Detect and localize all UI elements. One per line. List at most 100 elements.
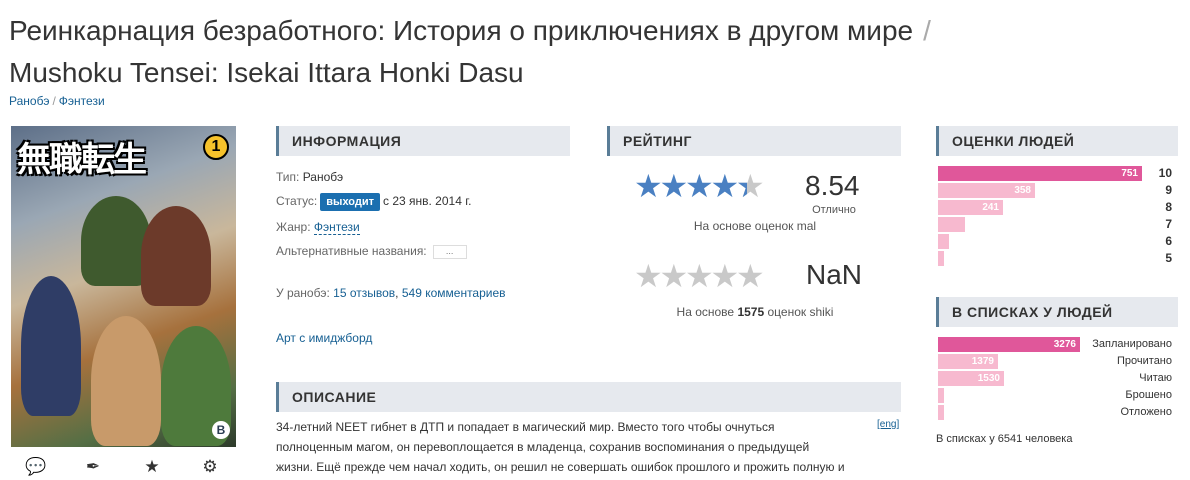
title-separator: / — [923, 15, 931, 46]
lists-bar — [938, 405, 944, 420]
comments-link[interactable]: 549 комментариев — [402, 286, 506, 300]
breadcrumb-fantasy[interactable]: Фэнтези — [59, 94, 105, 108]
description-text: 34-летний NEET гибнет в ДТП и попадает в… — [276, 417, 901, 477]
scores-label: 6 — [1165, 234, 1172, 248]
mal-score: 8.54 — [805, 170, 860, 201]
lists-header: В СПИСКАХ У ЛЮДЕЙ — [936, 297, 1178, 327]
lists-total: В списках у 6541 человека — [936, 433, 1073, 445]
genre-label: Жанр: — [276, 220, 311, 234]
publisher-mark: B — [212, 421, 230, 439]
description-line: 34-летний NEET гибнет в ДТП и попадает в… — [276, 420, 775, 434]
scores-bar — [938, 217, 965, 232]
lists-bar — [938, 388, 944, 403]
star-full-icon: ★ — [659, 168, 689, 204]
title-romaji: Mushoku Tensei: Isekai Ittara Honki Dasu — [9, 57, 524, 88]
type-label: Тип: — [276, 170, 300, 184]
status-date: с 23 янв. 2014 г. — [383, 194, 472, 208]
star-empty-icon: ★ — [685, 258, 714, 294]
reviews-label: У ранобэ: — [276, 286, 330, 300]
info-alt-row: Альтернативные названия:... — [276, 244, 467, 259]
cover-logo: 無職転生 — [17, 140, 147, 180]
scores-bar: 751 — [938, 166, 1142, 181]
star-empty-icon: ★ — [710, 258, 740, 294]
scores-row: 241 8 — [938, 200, 1178, 215]
info-header: ИНФОРМАЦИЯ — [276, 126, 570, 156]
breadcrumb-separator: / — [52, 94, 56, 108]
scores-bar: 241 — [938, 200, 1003, 215]
imageboard-link[interactable]: Арт с имиджборд — [276, 331, 372, 345]
action-bar: 💬 ✒ ★ ⚙ — [11, 456, 236, 480]
scores-row: 5 — [938, 251, 1178, 266]
lists-row: 1530 Читаю — [938, 371, 1178, 386]
breadcrumb: Ранобэ / Фэнтези — [9, 94, 105, 108]
scores-bar — [938, 251, 944, 266]
status-badge: выходит — [320, 193, 380, 211]
star-full-icon: ★ — [710, 168, 740, 204]
scores-label: 5 — [1165, 251, 1172, 265]
reviews-link[interactable]: 15 отзывов — [333, 286, 395, 300]
star-empty-icon: ★ — [659, 258, 689, 294]
lists-row: Отложено — [938, 405, 1178, 420]
scores-row: 358 9 — [938, 183, 1178, 198]
scores-label: 9 — [1165, 183, 1172, 197]
star-empty-icon: ★ — [736, 258, 765, 294]
page-title: Реинкарнация безработного: История о при… — [9, 10, 1179, 94]
scores-bar: 358 — [938, 183, 1035, 198]
star-half-icon: ★★ — [736, 168, 765, 204]
lists-row: 1379 Прочитано — [938, 354, 1178, 369]
shiki-note-count: 1575 — [737, 305, 765, 319]
shiki-note: На основе 1575 оценок shiki — [630, 305, 880, 319]
scores-label: 10 — [1158, 166, 1172, 180]
alt-names-label: Альтернативные названия: — [276, 244, 427, 258]
scores-row: 6 — [938, 234, 1178, 249]
cover-figure — [141, 206, 211, 306]
gears-icon[interactable]: ⚙ — [199, 456, 221, 478]
lists-bar: 3276 — [938, 337, 1080, 352]
quill-icon[interactable]: ✒ — [82, 456, 104, 478]
title-russian: Реинкарнация безработного: История о при… — [9, 15, 914, 46]
shiki-score: NaN — [806, 259, 863, 290]
scores-bar — [938, 234, 949, 249]
rating-header: РЕЙТИНГ — [607, 126, 901, 156]
mal-stars: ★ ★ ★ ★ ★★ — [634, 168, 765, 204]
reviews-comma: , — [395, 286, 399, 300]
shiki-note-prefix: На основе — [676, 305, 735, 319]
info-reviews-row: У ранобэ: 15 отзывов, 549 комментариев — [276, 286, 506, 300]
star-full-icon: ★ — [634, 168, 663, 204]
scores-label: 7 — [1165, 217, 1172, 231]
cover-image[interactable]: 無職転生 1 B — [11, 126, 236, 447]
comments-icon[interactable]: 💬 — [25, 456, 47, 478]
description-header: ОПИСАНИЕ — [276, 382, 901, 412]
lists-label: Прочитано — [1117, 355, 1172, 367]
lists-bar: 1530 — [938, 371, 1004, 386]
status-label: Статус: — [276, 194, 318, 208]
mal-score-word: Отлично — [812, 204, 856, 216]
shiki-note-suffix: оценок shiki — [767, 305, 834, 319]
type-value: Ранобэ — [302, 170, 344, 184]
genre-link[interactable]: Фэнтези — [313, 220, 360, 235]
description-line: жизни. Ещё прежде чем начал ходить, он р… — [276, 460, 845, 474]
alt-names-button[interactable]: ... — [432, 244, 467, 259]
lists-label: Читаю — [1139, 372, 1172, 384]
info-type-row: Тип: Ранобэ — [276, 170, 343, 184]
breadcrumb-ranobe[interactable]: Ранобэ — [9, 94, 49, 108]
description-line: полноценным магом, он перевоплощается в … — [276, 440, 810, 454]
lists-label: Запланировано — [1092, 338, 1172, 350]
lists-bar: 1379 — [938, 354, 998, 369]
shiki-stars: ★ ★ ★ ★ ★ — [634, 258, 765, 294]
scores-header: ОЦЕНКИ ЛЮДЕЙ — [936, 126, 1178, 156]
lists-label: Отложено — [1120, 406, 1172, 418]
info-status-row: Статус: выходит с 23 янв. 2014 г. — [276, 193, 471, 211]
mal-note: На основе оценок mal — [693, 219, 817, 233]
star-full-icon: ★ — [685, 168, 714, 204]
star-empty-icon: ★ — [634, 258, 663, 294]
cover-figure — [21, 276, 81, 416]
scores-row: 751 10 — [938, 166, 1178, 181]
cover-figure — [91, 316, 161, 446]
info-genre-row: Жанр: Фэнтези — [276, 220, 360, 235]
scores-label: 8 — [1165, 200, 1172, 214]
info-imageboard-row: Арт с имиджборд — [276, 331, 372, 345]
star-icon[interactable]: ★ — [141, 456, 163, 478]
lists-row: 3276 Запланировано — [938, 337, 1178, 352]
scores-row: 7 — [938, 217, 1178, 232]
